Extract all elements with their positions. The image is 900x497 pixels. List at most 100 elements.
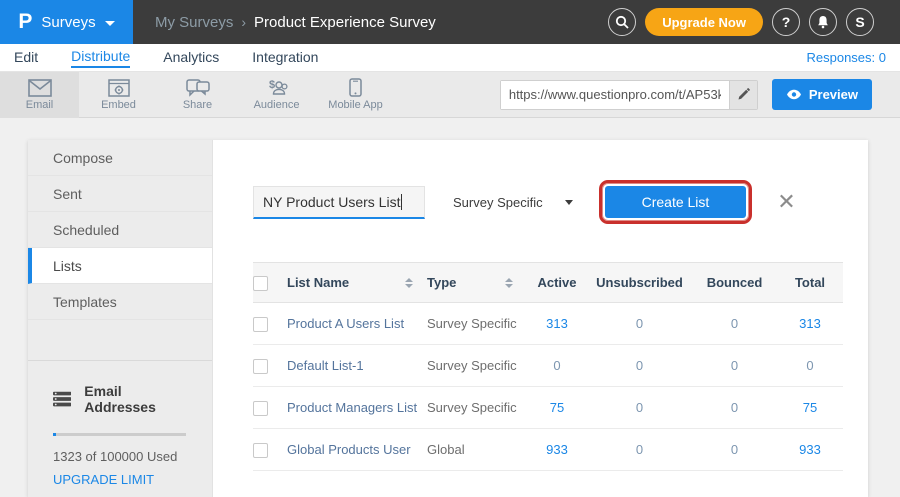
edit-url-button[interactable]	[729, 81, 757, 109]
notifications-button[interactable]	[809, 8, 837, 36]
row-checkbox[interactable]	[253, 317, 268, 332]
pencil-icon	[737, 88, 750, 101]
usage-progress-bar	[53, 433, 186, 436]
active-count[interactable]: 933	[527, 429, 587, 471]
table-row: Global Products User Global 933 0 0 933	[253, 429, 843, 471]
product-label: Surveys	[41, 14, 95, 31]
preview-button[interactable]: Preview	[772, 79, 872, 110]
list-type-select[interactable]: Survey Specific	[453, 195, 573, 210]
survey-nav-tabs: Edit Distribute Analytics Integration Re…	[0, 44, 900, 72]
total-count[interactable]: 933	[777, 429, 843, 471]
account-avatar[interactable]: S	[846, 8, 874, 36]
sidebar-item-compose[interactable]: Compose	[28, 140, 212, 176]
bounced-count: 0	[692, 429, 777, 471]
unsubscribed-count: 0	[587, 387, 692, 429]
list-name-link[interactable]: Global Products User	[287, 429, 427, 471]
bell-icon	[816, 15, 830, 29]
email-sidebar: Compose Sent Scheduled Lists Templates E…	[28, 140, 213, 497]
select-all-checkbox[interactable]	[253, 276, 268, 291]
unsubscribed-count: 0	[587, 345, 692, 387]
app-header: P Surveys My Surveys › Product Experienc…	[0, 0, 900, 44]
email-addresses-section: Email Addresses 1323 of 100000 Used UPGR…	[28, 360, 212, 497]
responses-count[interactable]: Responses: 0	[807, 50, 887, 65]
annotation-highlight: Create List	[599, 180, 753, 224]
embed-icon	[108, 79, 130, 97]
sort-type-icon[interactable]	[505, 278, 513, 288]
tab-distribute[interactable]: Distribute	[71, 48, 130, 68]
col-total: Total	[777, 263, 843, 303]
list-rows-icon	[53, 391, 71, 407]
list-type: Survey Specific	[427, 387, 527, 429]
unsubscribed-count: 0	[587, 429, 692, 471]
list-name-value: NY Product Users List	[263, 194, 400, 210]
eye-icon	[786, 89, 802, 100]
mobile-app-icon	[349, 78, 362, 97]
active-count[interactable]: 75	[527, 387, 587, 429]
channel-email-label: Email	[26, 99, 54, 111]
bounced-count: 0	[692, 345, 777, 387]
col-list-name: List Name	[287, 275, 349, 290]
list-type: Survey Specific	[427, 303, 527, 345]
close-icon[interactable]: ✕	[777, 191, 795, 213]
tab-integration[interactable]: Integration	[252, 49, 318, 67]
total-count[interactable]: 75	[777, 387, 843, 429]
tab-analytics[interactable]: Analytics	[163, 49, 219, 67]
search-icon	[615, 15, 629, 29]
breadcrumb-my-surveys[interactable]: My Surveys	[155, 14, 233, 31]
distribute-channel-bar: Email Embed Share $ Audience Mobile App …	[0, 72, 900, 118]
sidebar-item-templates[interactable]: Templates	[28, 284, 212, 320]
product-switcher[interactable]: P Surveys	[0, 0, 133, 44]
chevron-down-icon	[105, 21, 115, 26]
row-checkbox[interactable]	[253, 401, 268, 416]
active-count[interactable]: 313	[527, 303, 587, 345]
sidebar-item-scheduled[interactable]: Scheduled	[28, 212, 212, 248]
sidebar-item-sent[interactable]: Sent	[28, 176, 212, 212]
sort-list-name-icon[interactable]	[405, 278, 413, 288]
table-row: Product A Users List Survey Specific 313…	[253, 303, 843, 345]
avatar-letter: S	[855, 14, 864, 30]
lists-content: NY Product Users List Survey Specific Cr…	[213, 140, 868, 497]
channel-mobile-app[interactable]: Mobile App	[316, 72, 395, 118]
channel-share[interactable]: Share	[158, 72, 237, 118]
upgrade-limit-link[interactable]: UPGRADE LIMIT	[53, 472, 187, 487]
text-cursor	[401, 194, 402, 210]
usage-text: 1323 of 100000 Used	[53, 449, 187, 464]
survey-url-field	[500, 80, 758, 110]
channel-audience[interactable]: $ Audience	[237, 72, 316, 118]
search-button[interactable]	[608, 8, 636, 36]
help-button[interactable]: ?	[772, 8, 800, 36]
usage-progress-fill	[53, 433, 56, 436]
list-type: Survey Specific	[427, 345, 527, 387]
table-row: Product Managers List Survey Specific 75…	[253, 387, 843, 429]
svg-text:$: $	[269, 79, 275, 91]
audience-icon: $	[265, 78, 289, 97]
list-name-link[interactable]: Default List-1	[287, 345, 427, 387]
channel-share-label: Share	[183, 99, 212, 111]
col-type: Type	[427, 275, 456, 290]
survey-url-input[interactable]	[501, 81, 729, 109]
col-unsubscribed: Unsubscribed	[587, 263, 692, 303]
tab-edit[interactable]: Edit	[14, 49, 38, 67]
list-name-link[interactable]: Product A Users List	[287, 303, 427, 345]
upgrade-now-button[interactable]: Upgrade Now	[645, 8, 763, 36]
create-list-button[interactable]: Create List	[605, 186, 747, 218]
unsubscribed-count: 0	[587, 303, 692, 345]
share-icon	[186, 79, 210, 97]
breadcrumb: My Surveys › Product Experience Survey	[155, 14, 436, 31]
channel-embed[interactable]: Embed	[79, 72, 158, 118]
list-type-value: Survey Specific	[453, 195, 543, 210]
sidebar-item-lists[interactable]: Lists	[28, 248, 212, 284]
list-name-link[interactable]: Product Managers List	[287, 387, 427, 429]
active-count[interactable]: 0	[527, 345, 587, 387]
total-count[interactable]: 313	[777, 303, 843, 345]
row-checkbox[interactable]	[253, 443, 268, 458]
row-checkbox[interactable]	[253, 359, 268, 374]
channel-email[interactable]: Email	[0, 72, 79, 118]
list-name-input[interactable]: NY Product Users List	[253, 186, 425, 219]
col-active: Active	[527, 263, 587, 303]
page-title: Product Experience Survey	[254, 14, 436, 31]
email-lists-table: List Name Type Active Unsubscribed Bounc…	[253, 262, 843, 471]
col-bounced: Bounced	[692, 263, 777, 303]
lists-panel: Compose Sent Scheduled Lists Templates E…	[28, 140, 868, 497]
total-count[interactable]: 0	[777, 345, 843, 387]
